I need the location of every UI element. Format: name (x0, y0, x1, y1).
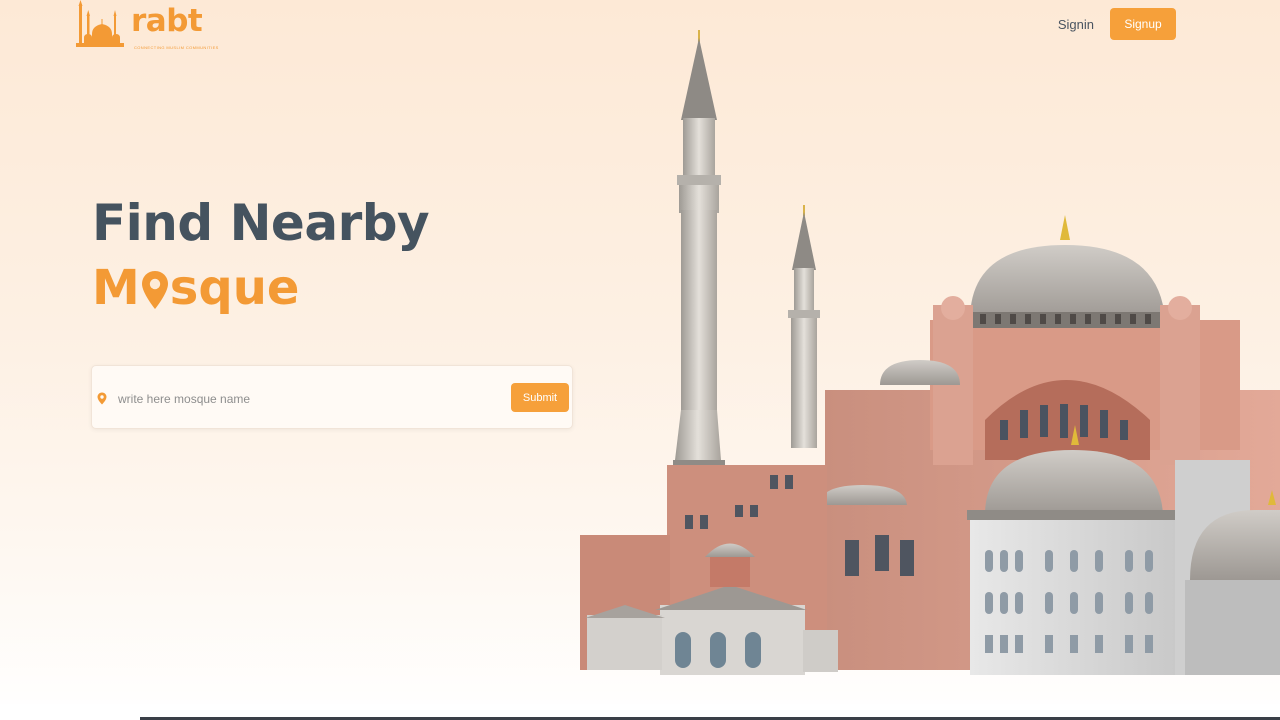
hero-title-suffix: sque (169, 260, 300, 316)
hero-title-prefix: M (92, 260, 140, 316)
hero-title-line2: M sque (92, 262, 299, 315)
landing-page: rabt CONNECTING MUSLIM COMMUNITIES Signi… (0, 0, 1280, 720)
small-minaret (788, 205, 820, 448)
mosque-search-box: Submit (91, 365, 573, 429)
mosque-silhouette-icon (76, 0, 124, 47)
white-building (967, 425, 1280, 675)
brand-tagline: CONNECTING MUSLIM COMMUNITIES (134, 45, 219, 50)
location-pin-icon (97, 392, 107, 405)
brand-name: rabt (131, 3, 203, 39)
hero-title-line1: Find Nearby (92, 194, 430, 252)
tall-minaret (673, 30, 725, 470)
brand-logo[interactable]: rabt CONNECTING MUSLIM COMMUNITIES (76, 0, 219, 56)
hagia-sophia-mosque-illustration (580, 30, 1280, 675)
mosque-search-input[interactable] (116, 386, 500, 412)
location-pin-icon (141, 271, 168, 310)
submit-button[interactable]: Submit (511, 383, 569, 412)
